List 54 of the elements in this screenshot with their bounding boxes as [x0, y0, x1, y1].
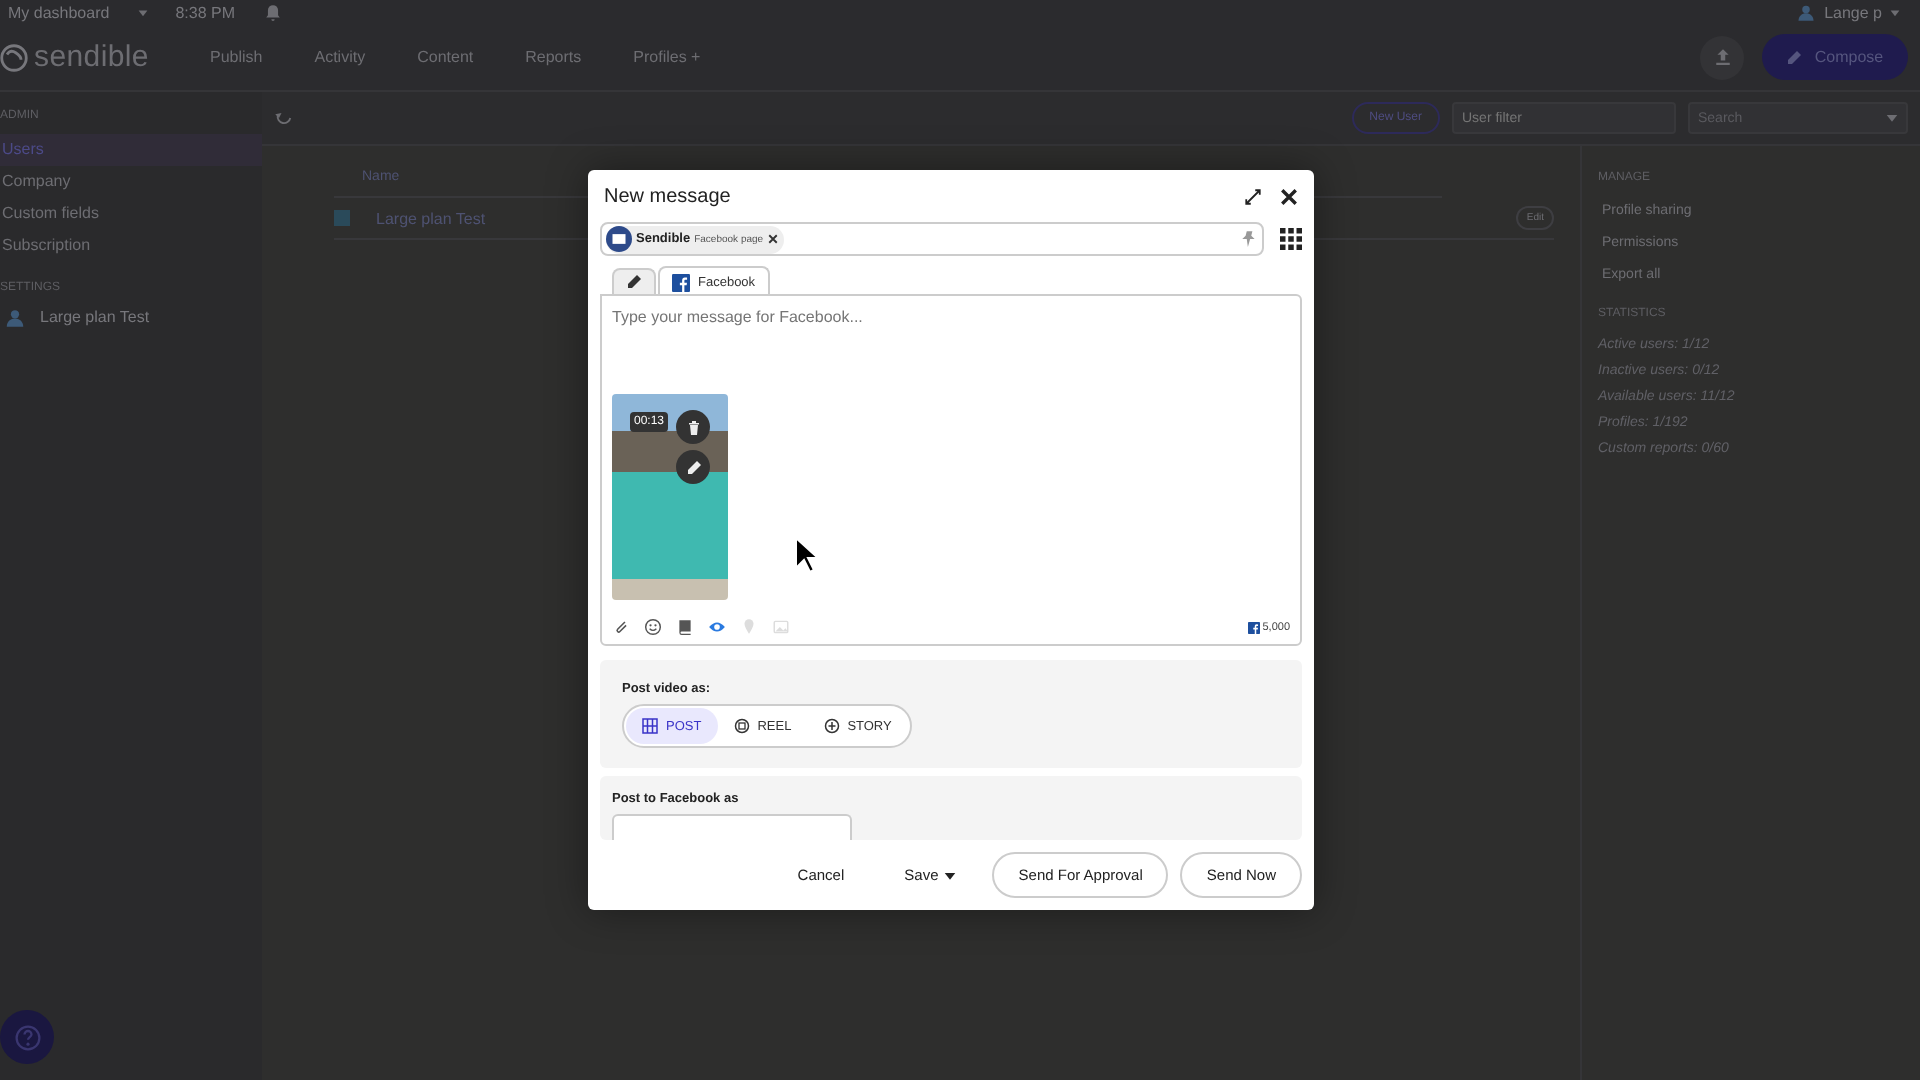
- plus-circle-icon: [823, 718, 840, 734]
- network-tab[interactable]: [612, 268, 656, 294]
- eye-button[interactable]: [708, 618, 726, 636]
- message-field[interactable]: Type your message for Facebook...: [612, 304, 1290, 328]
- caret-icon: [1886, 112, 1898, 124]
- account-name[interactable]: Large plan Test: [40, 308, 150, 326]
- close-icon: [1280, 187, 1298, 205]
- grid-icon: [642, 718, 658, 734]
- sidebar-item[interactable]: Company: [0, 166, 262, 198]
- clock-time: 8:38 PM: [175, 3, 235, 21]
- dialog-title: New message: [604, 185, 733, 207]
- grid-icon: [1280, 228, 1302, 250]
- compose-button[interactable]: Compose: [1762, 34, 1908, 80]
- smiley-button[interactable]: [644, 618, 662, 636]
- avatar-icon: [4, 306, 26, 328]
- film-icon: [733, 718, 750, 734]
- logo-text: sendible: [34, 40, 149, 74]
- remove-icon: [767, 234, 778, 244]
- sidebar-item[interactable]: Subscription: [0, 230, 262, 262]
- paperclip-button[interactable]: [612, 618, 630, 636]
- book-button[interactable]: [676, 618, 694, 636]
- close-button[interactable]: [1280, 187, 1298, 205]
- trash-icon: [685, 419, 701, 435]
- row-checkbox[interactable]: [334, 210, 350, 226]
- expand-button[interactable]: [1244, 187, 1262, 205]
- avatar-icon: [1796, 2, 1817, 22]
- upload-button[interactable]: [1700, 35, 1744, 79]
- logo-icon: [0, 43, 28, 71]
- pencil-icon: [626, 274, 642, 290]
- nav-item[interactable]: Content: [417, 48, 474, 66]
- grid-button[interactable]: [1280, 228, 1302, 250]
- sidebar-item[interactable]: Custom fields: [0, 198, 262, 230]
- pin-icon: [1240, 230, 1258, 248]
- refresh-icon: [274, 108, 294, 128]
- nav-item[interactable]: Publish: [210, 48, 263, 66]
- upload-icon: [1713, 48, 1731, 66]
- expand-icon: [1244, 187, 1262, 205]
- avatar-icon: [606, 226, 632, 252]
- cursor-icon: [794, 536, 818, 574]
- bell-icon: [263, 3, 281, 21]
- dashboard-menu[interactable]: My dashboard: [8, 3, 110, 21]
- user-menu[interactable]: Lange p: [1824, 3, 1882, 21]
- pencil-icon: [685, 459, 701, 475]
- caret-icon: [137, 7, 148, 17]
- nav-item[interactable]: Activity: [314, 48, 366, 66]
- facebook-icon: [672, 273, 690, 291]
- nav-item[interactable]: Profiles +: [633, 48, 701, 66]
- help-icon: [13, 1023, 41, 1051]
- nav-item[interactable]: Reports: [525, 48, 582, 66]
- facebook-icon: [1248, 621, 1261, 633]
- caret-icon: [944, 869, 957, 881]
- sidebar-item[interactable]: Users: [0, 134, 262, 166]
- pencil-icon: [1786, 49, 1803, 65]
- caret-icon: [1890, 7, 1900, 17]
